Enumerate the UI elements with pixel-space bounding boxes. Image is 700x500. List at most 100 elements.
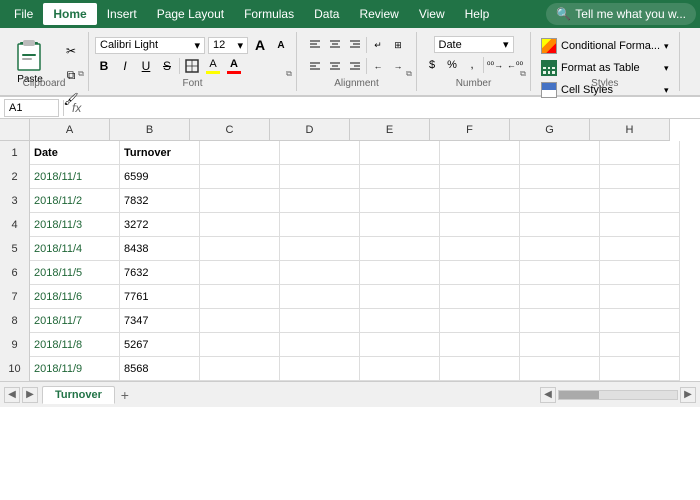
row-number[interactable]: 6 bbox=[0, 261, 30, 285]
row-number[interactable]: 3 bbox=[0, 189, 30, 213]
empty-cell[interactable] bbox=[200, 333, 280, 357]
empty-cell[interactable] bbox=[280, 213, 360, 237]
empty-cell[interactable] bbox=[200, 237, 280, 261]
empty-cell[interactable] bbox=[280, 165, 360, 189]
empty-cell[interactable] bbox=[520, 261, 600, 285]
empty-cell[interactable] bbox=[200, 285, 280, 309]
percent-button[interactable]: % bbox=[443, 56, 461, 74]
h-scroll-left[interactable]: ◀ bbox=[540, 387, 556, 403]
turnover-cell[interactable]: 3272 bbox=[120, 213, 200, 237]
empty-cell[interactable] bbox=[200, 141, 280, 165]
row-number[interactable]: 10 bbox=[0, 357, 30, 381]
empty-cell[interactable] bbox=[520, 237, 600, 261]
h-scroll-right[interactable]: ▶ bbox=[680, 387, 696, 403]
format-painter-button[interactable]: 🖌 bbox=[60, 88, 82, 110]
empty-cell[interactable] bbox=[360, 189, 440, 213]
empty-cell[interactable] bbox=[600, 309, 680, 333]
empty-cell[interactable] bbox=[280, 309, 360, 333]
empty-cell[interactable] bbox=[200, 165, 280, 189]
add-sheet-button[interactable]: + bbox=[115, 385, 135, 405]
empty-cell[interactable] bbox=[280, 285, 360, 309]
font-grow-button[interactable]: A bbox=[251, 36, 269, 54]
empty-cell[interactable] bbox=[200, 213, 280, 237]
merge-center-button[interactable]: ⊞ bbox=[389, 36, 407, 54]
empty-cell[interactable] bbox=[360, 141, 440, 165]
empty-cell[interactable] bbox=[520, 189, 600, 213]
menu-formulas[interactable]: Formulas bbox=[234, 3, 304, 25]
turnover-cell[interactable]: 7761 bbox=[120, 285, 200, 309]
empty-cell[interactable] bbox=[520, 309, 600, 333]
empty-cell[interactable] bbox=[440, 189, 520, 213]
empty-cell[interactable] bbox=[200, 189, 280, 213]
tell-me-box[interactable]: 🔍 Tell me what you w... bbox=[546, 3, 696, 25]
menu-data[interactable]: Data bbox=[304, 3, 349, 25]
menu-page-layout[interactable]: Page Layout bbox=[147, 3, 234, 25]
empty-cell[interactable] bbox=[280, 261, 360, 285]
date-cell[interactable]: 2018/11/4 bbox=[30, 237, 120, 261]
empty-cell[interactable] bbox=[520, 285, 600, 309]
col-header-b[interactable]: B bbox=[110, 119, 190, 141]
turnover-cell[interactable]: 7632 bbox=[120, 261, 200, 285]
sheet-tab-turnover[interactable]: Turnover bbox=[42, 386, 115, 404]
empty-cell[interactable] bbox=[280, 333, 360, 357]
row-number[interactable]: 5 bbox=[0, 237, 30, 261]
menu-view[interactable]: View bbox=[409, 3, 455, 25]
date-cell[interactable]: 2018/11/7 bbox=[30, 309, 120, 333]
empty-cell[interactable] bbox=[280, 357, 360, 381]
accounting-format-button[interactable]: $ bbox=[423, 56, 441, 74]
empty-cell[interactable] bbox=[440, 357, 520, 381]
empty-cell[interactable] bbox=[440, 333, 520, 357]
empty-cell[interactable] bbox=[600, 165, 680, 189]
format-as-table-button[interactable]: Format as Table ▾ bbox=[537, 58, 673, 78]
turnover-cell[interactable]: 5267 bbox=[120, 333, 200, 357]
row-number[interactable]: 1 bbox=[0, 141, 30, 165]
empty-cell[interactable] bbox=[360, 285, 440, 309]
empty-cell[interactable] bbox=[280, 189, 360, 213]
font-name-dropdown[interactable]: Calibri Light ▾ bbox=[95, 37, 205, 54]
empty-cell[interactable] bbox=[440, 261, 520, 285]
turnover-cell[interactable]: 7832 bbox=[120, 189, 200, 213]
menu-review[interactable]: Review bbox=[349, 3, 408, 25]
empty-cell[interactable] bbox=[520, 213, 600, 237]
empty-cell[interactable] bbox=[600, 333, 680, 357]
date-cell[interactable]: 2018/11/6 bbox=[30, 285, 120, 309]
col-header-f[interactable]: F bbox=[430, 119, 510, 141]
number-expand[interactable]: ⧉ bbox=[518, 69, 528, 79]
fill-color-button[interactable]: A bbox=[204, 57, 222, 75]
align-top-left[interactable] bbox=[306, 36, 324, 54]
align-top-center[interactable] bbox=[326, 36, 344, 54]
row-number[interactable]: 7 bbox=[0, 285, 30, 309]
menu-insert[interactable]: Insert bbox=[97, 3, 147, 25]
font-shrink-button[interactable]: A bbox=[272, 36, 290, 54]
font-size-dropdown[interactable]: 12 ▾ bbox=[208, 37, 248, 54]
menu-help[interactable]: Help bbox=[455, 3, 500, 25]
menu-home[interactable]: Home bbox=[43, 3, 96, 25]
wrap-text-button[interactable]: ↵ bbox=[369, 36, 387, 54]
tab-scroll-right[interactable]: ▶ bbox=[22, 387, 38, 403]
clipboard-expand[interactable]: ⧉ bbox=[76, 69, 86, 79]
comma-button[interactable]: , bbox=[463, 56, 481, 74]
empty-cell[interactable] bbox=[360, 333, 440, 357]
empty-cell[interactable] bbox=[200, 357, 280, 381]
row-number[interactable]: 9 bbox=[0, 333, 30, 357]
decrease-indent-button[interactable]: ← bbox=[369, 57, 387, 75]
empty-cell[interactable] bbox=[520, 357, 600, 381]
turnover-cell[interactable]: 8438 bbox=[120, 237, 200, 261]
empty-cell[interactable] bbox=[600, 189, 680, 213]
cut-button[interactable]: ✂ bbox=[60, 40, 82, 62]
row-number[interactable]: 2 bbox=[0, 165, 30, 189]
col-header-c[interactable]: C bbox=[190, 119, 270, 141]
empty-cell[interactable] bbox=[440, 213, 520, 237]
row-number[interactable]: 4 bbox=[0, 213, 30, 237]
align-right-button[interactable] bbox=[346, 57, 364, 75]
number-format-dropdown[interactable]: Date ▾ bbox=[434, 36, 514, 53]
date-cell[interactable]: 2018/11/2 bbox=[30, 189, 120, 213]
empty-cell[interactable] bbox=[520, 141, 600, 165]
h-scrollbar[interactable] bbox=[558, 390, 678, 400]
row-number[interactable]: 8 bbox=[0, 309, 30, 333]
empty-cell[interactable] bbox=[600, 237, 680, 261]
header-cell[interactable]: Turnover bbox=[120, 141, 200, 165]
date-cell[interactable]: 2018/11/5 bbox=[30, 261, 120, 285]
decrease-decimal-button[interactable]: ⁰⁰→ bbox=[486, 56, 504, 74]
empty-cell[interactable] bbox=[600, 141, 680, 165]
